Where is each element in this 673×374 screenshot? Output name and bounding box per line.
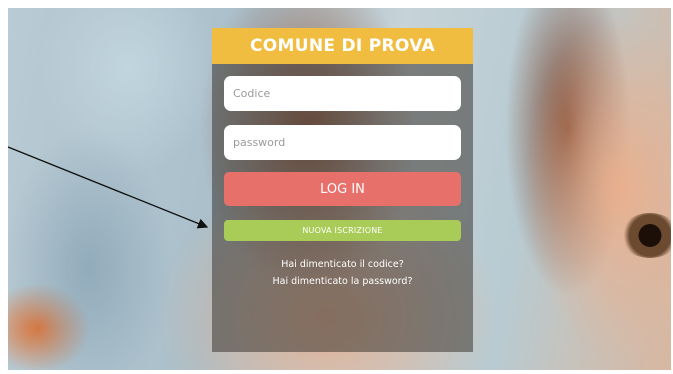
new-registration-button[interactable]: NUOVA ISCRIZIONE (224, 220, 461, 241)
child-eye-decoration (620, 213, 671, 258)
login-button[interactable]: LOG IN (224, 172, 461, 206)
forgot-password-link[interactable]: Hai dimenticato la password? (212, 276, 473, 287)
code-input[interactable] (224, 76, 461, 111)
brand-title: COMUNE DI PROVA (250, 36, 435, 56)
brand-bar: COMUNE DI PROVA (212, 28, 473, 64)
password-input[interactable] (224, 125, 461, 160)
forgot-code-link[interactable]: Hai dimenticato il codice? (212, 259, 473, 270)
